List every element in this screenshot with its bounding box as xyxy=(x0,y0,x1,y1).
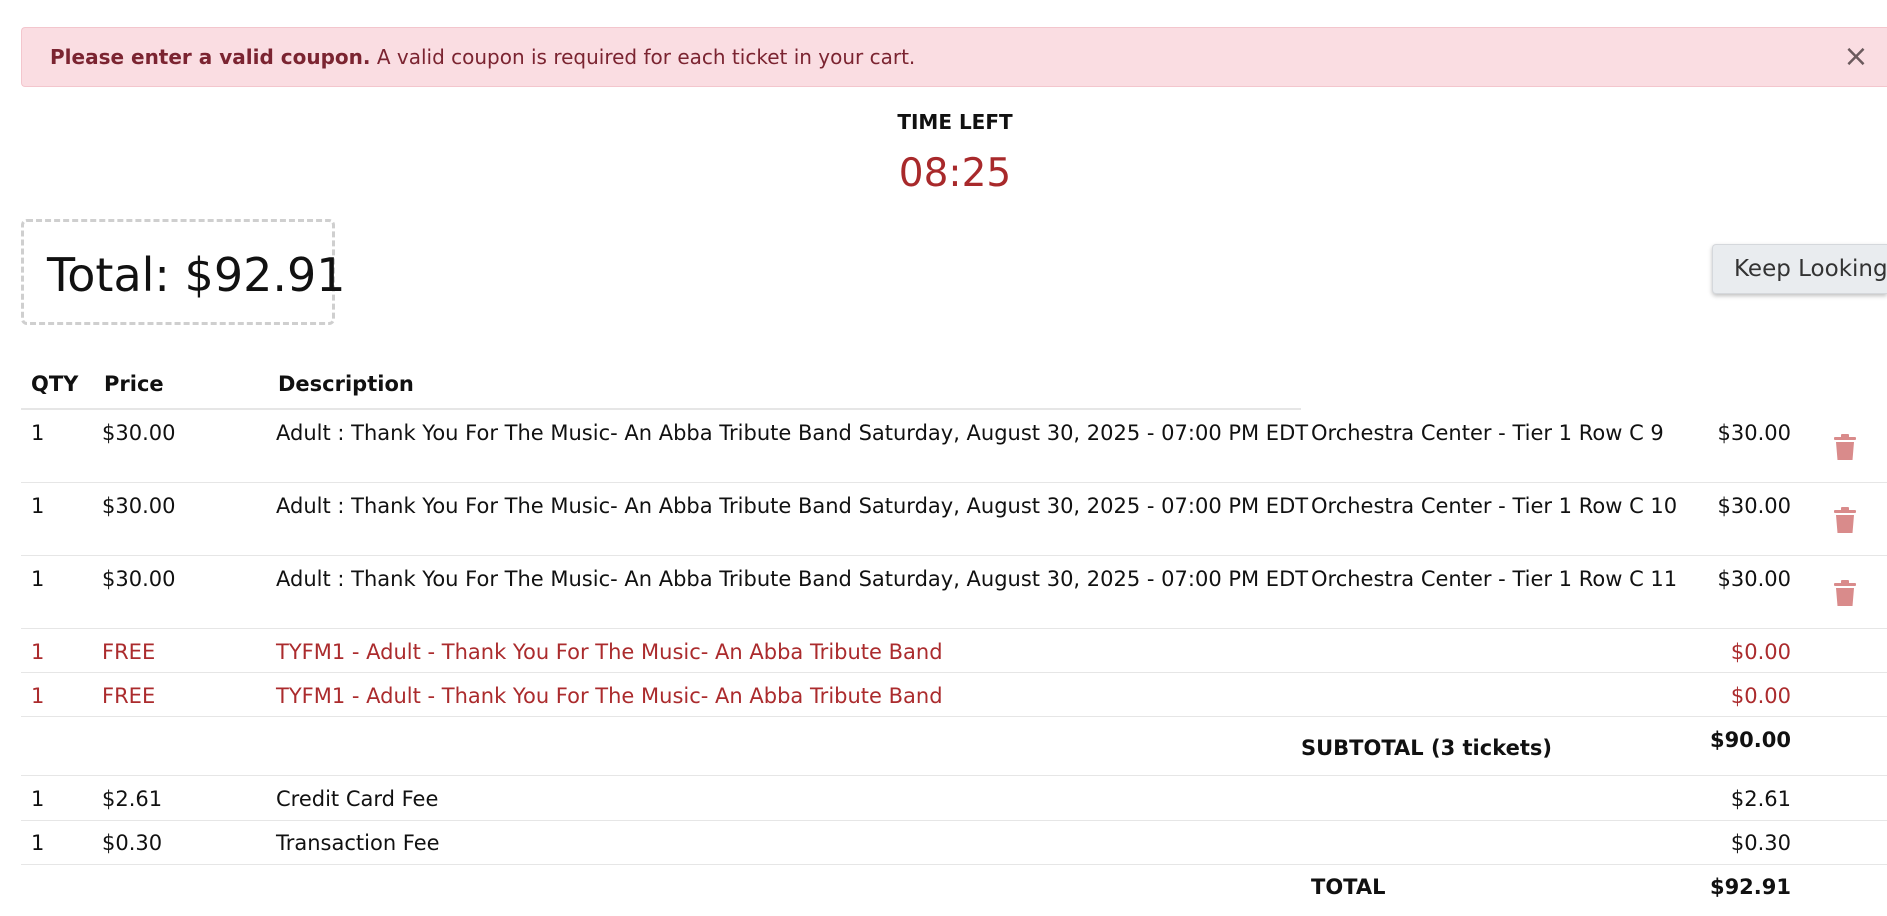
price-cell: $30.00 xyxy=(102,421,176,445)
trash-icon[interactable] xyxy=(1833,434,1857,460)
description-cell: Adult : Thank You For The Music- An Abba… xyxy=(276,567,1309,591)
ticket-row: 1 $30.00 Adult : Thank You For The Music… xyxy=(21,410,1887,482)
description-cell: TYFM1 - Adult - Thank You For The Music-… xyxy=(276,684,943,708)
alert-message: Please enter a valid coupon. A valid cou… xyxy=(50,45,915,69)
ticket-row: 1 $30.00 Adult : Thank You For The Music… xyxy=(21,555,1887,629)
qty-cell: 1 xyxy=(31,567,45,591)
qty-cell: 1 xyxy=(31,831,45,855)
qty-cell: 1 xyxy=(31,787,45,811)
total-summary-box: Total: $92.91 xyxy=(21,219,346,325)
header-price: Price xyxy=(104,372,164,396)
ticket-row: 1 $30.00 Adult : Thank You For The Music… xyxy=(21,482,1887,556)
amount-cell: $30.00 xyxy=(1717,567,1791,591)
fee-row: 1 $2.61 Credit Card Fee $2.61 xyxy=(21,775,1887,821)
amount-cell: $0.00 xyxy=(1730,684,1791,708)
timer-label: TIME LEFT xyxy=(897,110,1013,134)
price-cell: $0.30 xyxy=(102,831,163,855)
coupon-alert: Please enter a valid coupon. A valid cou… xyxy=(21,27,1887,87)
subtotal-row: SUBTOTAL (3 tickets) $90.00 xyxy=(21,716,1887,776)
header-description: Description xyxy=(278,372,414,396)
timer-value: 08:25 xyxy=(898,151,1012,196)
fee-row: 1 $0.30 Transaction Fee $0.30 xyxy=(21,820,1887,865)
trash-icon[interactable] xyxy=(1833,507,1857,533)
amount-cell: $0.00 xyxy=(1730,640,1791,664)
header-qty: QTY xyxy=(31,372,79,396)
price-cell: $2.61 xyxy=(102,787,163,811)
total-amount: $92.91 xyxy=(1709,875,1791,899)
price-cell: FREE xyxy=(102,684,156,708)
amount-cell: $0.30 xyxy=(1730,831,1791,855)
alert-bold-text: Please enter a valid coupon. xyxy=(50,45,371,69)
amount-cell: $30.00 xyxy=(1717,421,1791,445)
subtotal-amount: $90.00 xyxy=(1709,728,1791,752)
free-item-row: 1 FREE TYFM1 - Adult - Thank You For The… xyxy=(21,628,1887,673)
subtotal-label: SUBTOTAL (3 tickets) xyxy=(1301,736,1552,760)
qty-cell: 1 xyxy=(31,640,45,664)
description-cell: Credit Card Fee xyxy=(276,787,439,811)
close-icon[interactable]: × xyxy=(1839,40,1873,74)
qty-cell: 1 xyxy=(31,684,45,708)
total-row: TOTAL $92.91 xyxy=(21,864,1887,916)
description-cell: Transaction Fee xyxy=(276,831,440,855)
amount-cell: $2.61 xyxy=(1730,787,1791,811)
description-cell: Adult : Thank You For The Music- An Abba… xyxy=(276,494,1309,518)
qty-cell: 1 xyxy=(31,494,45,518)
price-cell: $30.00 xyxy=(102,567,176,591)
trash-icon[interactable] xyxy=(1833,580,1857,606)
seat-location-cell: Orchestra Center - Tier 1 Row C 9 xyxy=(1311,421,1664,445)
alert-detail-text: A valid coupon is required for each tick… xyxy=(370,45,916,69)
price-cell: FREE xyxy=(102,640,156,664)
total-label: TOTAL xyxy=(1311,875,1386,899)
description-cell: Adult : Thank You For The Music- An Abba… xyxy=(276,421,1309,445)
free-item-row: 1 FREE TYFM1 - Adult - Thank You For The… xyxy=(21,672,1887,717)
qty-cell: 1 xyxy=(31,421,45,445)
seat-location-cell: Orchestra Center - Tier 1 Row C 10 xyxy=(1311,494,1678,518)
keep-looking-button[interactable]: Keep Looking xyxy=(1712,244,1887,294)
price-cell: $30.00 xyxy=(102,494,176,518)
seat-location-cell: Orchestra Center - Tier 1 Row C 11 xyxy=(1311,567,1678,591)
amount-cell: $30.00 xyxy=(1717,494,1791,518)
description-cell: TYFM1 - Adult - Thank You For The Music-… xyxy=(276,640,943,664)
total-summary-text: Total: $92.91 xyxy=(47,248,346,302)
